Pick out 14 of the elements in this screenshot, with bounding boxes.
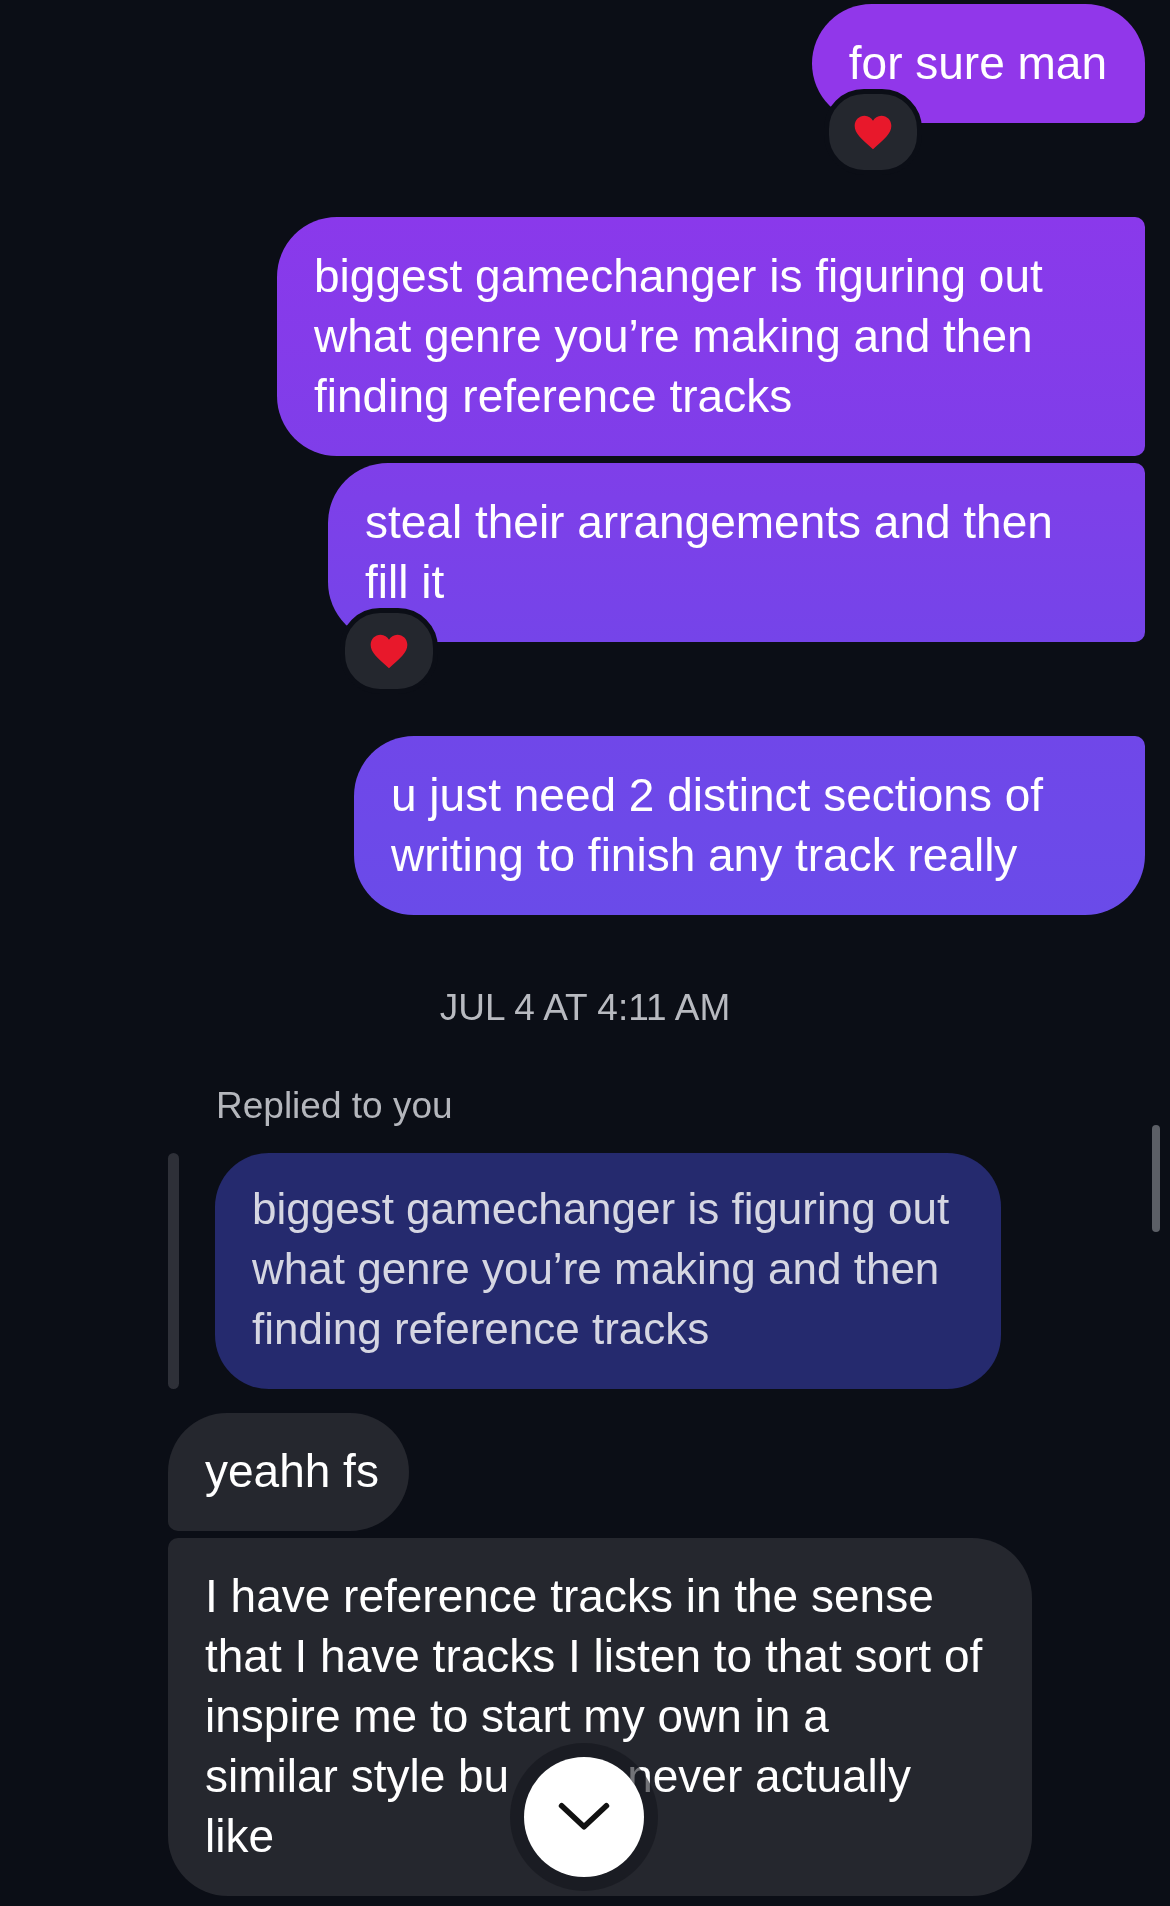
scrollbar[interactable]	[1152, 1125, 1160, 1232]
message-text: similar style bu	[205, 1749, 510, 1804]
reply-label: Replied to you	[215, 1085, 454, 1127]
message-text: never actually	[627, 1749, 912, 1804]
heart-icon	[369, 632, 409, 670]
heart-icon	[852, 113, 893, 151]
message-text: biggest gamechanger is figuring out what genre you’re making and then finding reference tracks	[314, 249, 1044, 424]
quoted-message[interactable]: biggest gamechanger is figuring out what genre you’re making and then finding reference tracks	[215, 1153, 1001, 1389]
message-text: yeahh fs	[205, 1444, 379, 1499]
message-text: for sure man	[848, 36, 1107, 91]
message-text: like	[205, 1809, 275, 1864]
message-text: steal their arrangements and then fill it	[365, 495, 1054, 610]
message-text: u just need 2 distinct sections of writing to finish any track really	[391, 768, 1045, 883]
timestamp: JUL 4 AT 4:11 AM	[438, 987, 732, 1029]
